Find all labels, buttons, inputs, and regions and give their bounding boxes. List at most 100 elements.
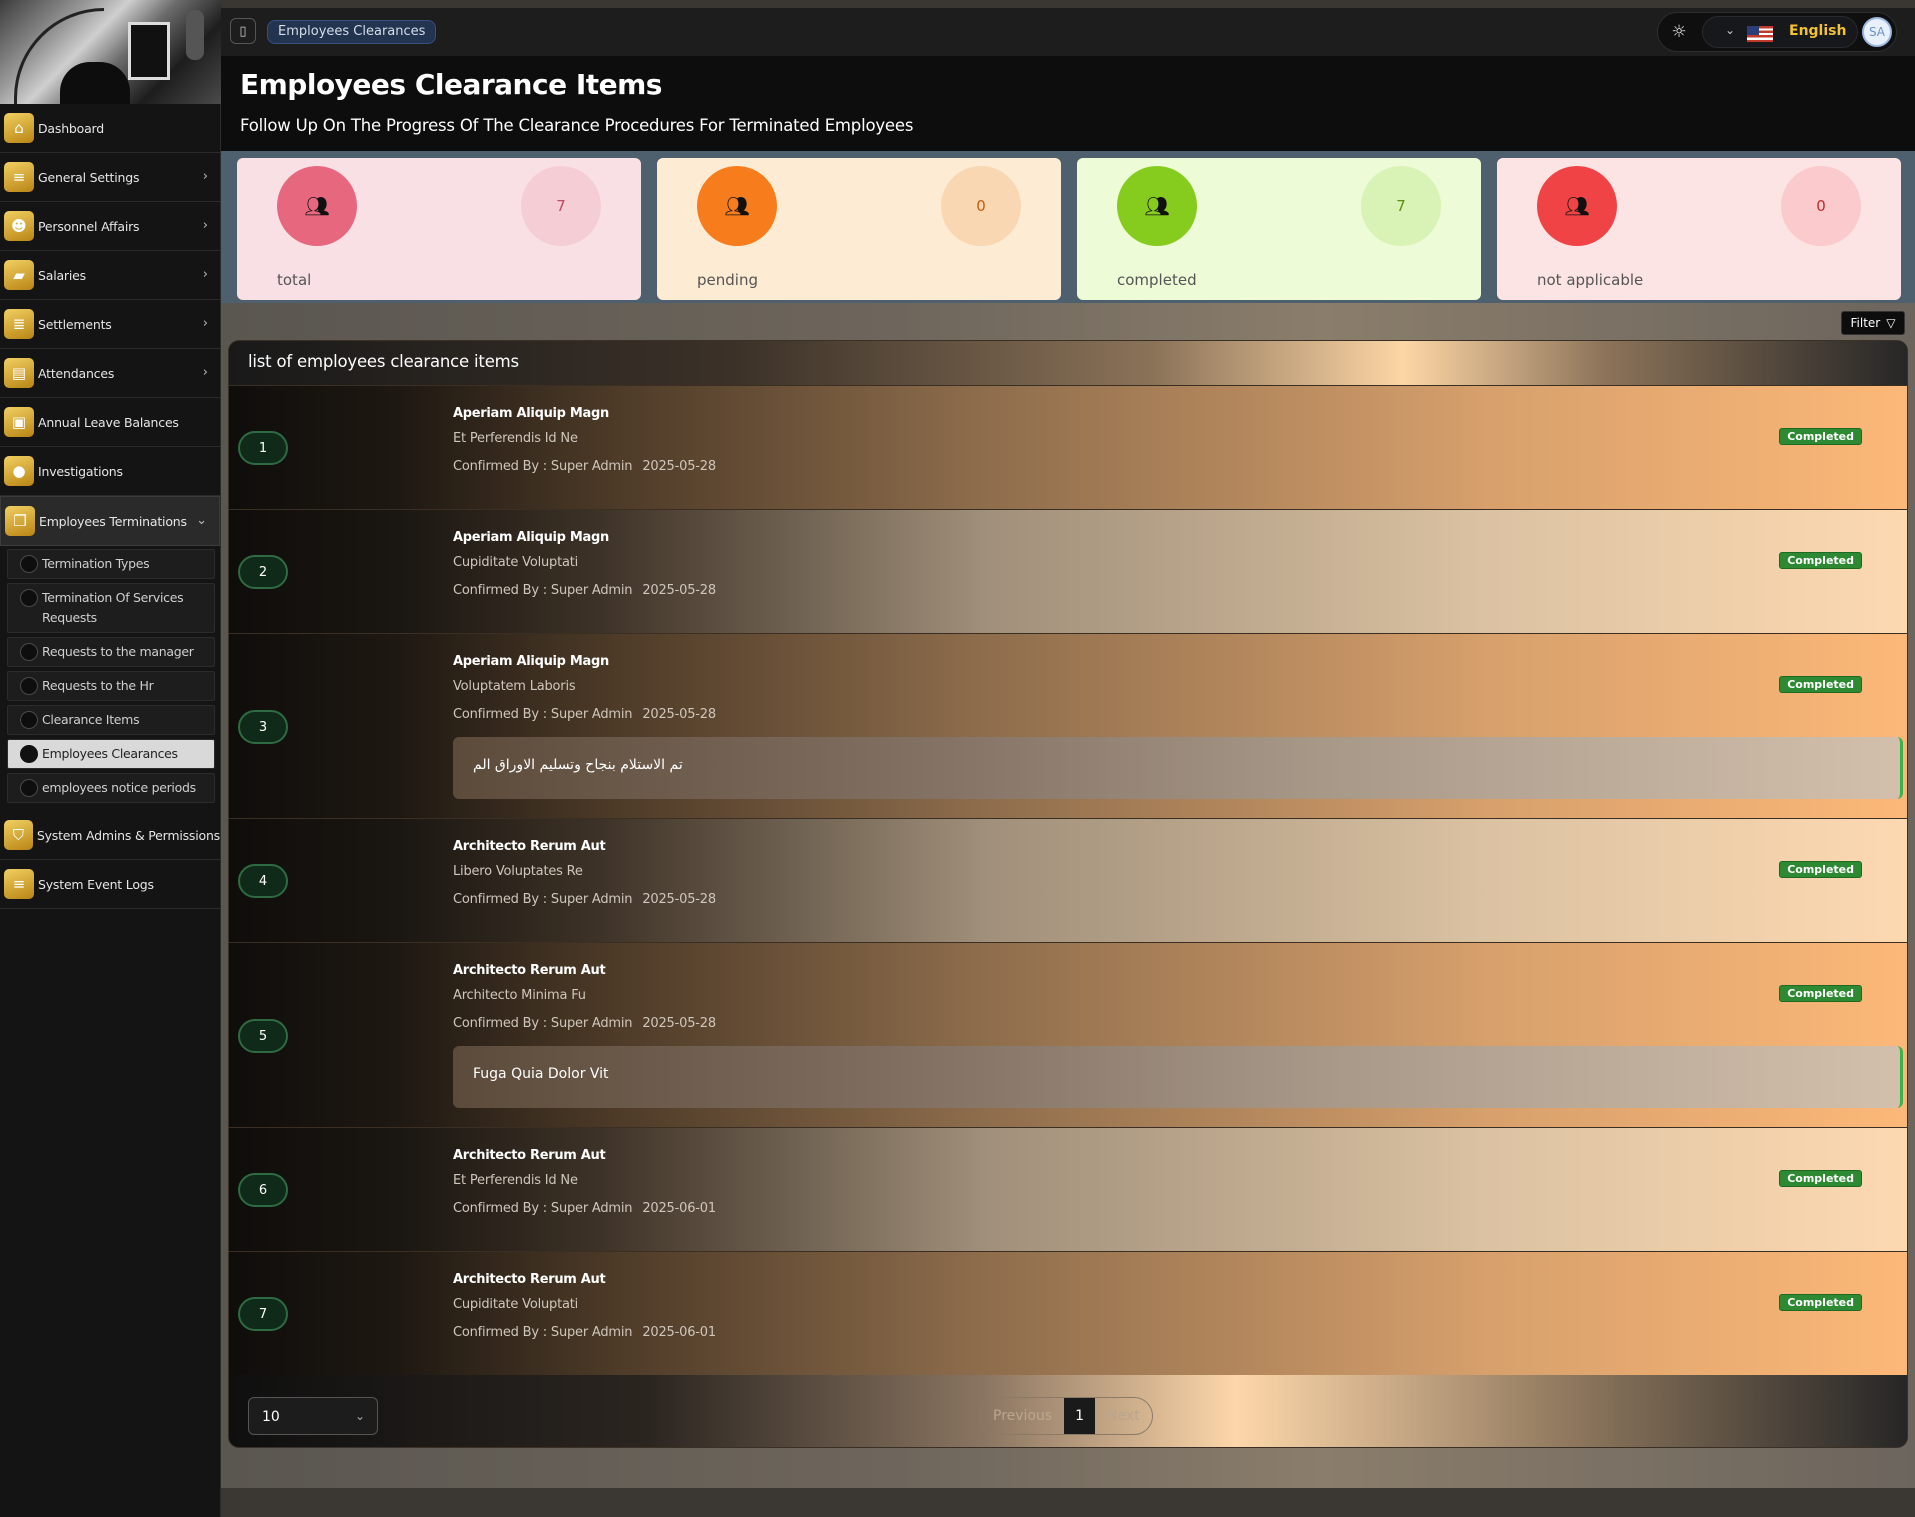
sidebar-item-annual-leave-balances[interactable]: ▣ Annual Leave Balances — [0, 398, 220, 447]
submenu-item-termination-types[interactable]: Termination Types — [7, 549, 215, 579]
shield-icon: ⛉ — [4, 820, 33, 850]
sidebar-item-settlements[interactable]: ≣ Settlements › — [0, 300, 220, 349]
language-selector[interactable]: ⌄ English — [1702, 16, 1858, 48]
sidebar-menu: ⌂ Dashboard ≡ General Settings › ☻ Personnel A… — [0, 104, 220, 909]
top-right-controls: ☼ ⌄ English SA — [1657, 12, 1897, 52]
sidebar-item-label: System Event Logs — [38, 876, 154, 892]
status-badge: Completed — [1779, 1294, 1862, 1311]
chevron-right-icon: › — [202, 316, 208, 331]
bag-icon: ▣ — [4, 407, 34, 437]
sidebar-item-dashboard[interactable]: ⌂ Dashboard — [0, 104, 220, 153]
chevron-down-icon: ⌄ — [354, 1409, 365, 1423]
submenu-item-clearance-items[interactable]: Clearance Items — [7, 705, 215, 735]
confirmed-by-label: Confirmed By : — [453, 1201, 547, 1216]
confirmed-by-name: Super Admin — [550, 1016, 633, 1031]
confirmation-date: 2025-05-28 — [642, 583, 716, 598]
submenu-item-employees-clearances[interactable]: Employees Clearances — [7, 739, 215, 769]
confirmation-date: 2025-05-28 — [642, 892, 716, 907]
sidebar-item-investigations[interactable]: ● Investigations — [0, 447, 220, 496]
list-item[interactable]: 2 Aperiam Aliquip Magn Cupiditate Voluptat… — [229, 509, 1907, 633]
list-item[interactable]: 5 Architecto Rerum Aut Architecto Minima F… — [229, 942, 1907, 1127]
list-item[interactable]: 3 Aperiam Aliquip Magn Voluptatem Laboris C… — [229, 633, 1907, 818]
row-note: تم الاستلام بنجاح وتسليم الاوراق الم — [453, 737, 1903, 799]
circle-icon: ● — [4, 456, 34, 486]
list-title: list of employees clearance items — [248, 352, 519, 371]
sidebar-item-label: Attendances — [38, 365, 115, 381]
confirmed-by-label: Confirmed By : — [453, 1016, 547, 1031]
submenu-item-label: employees notice periods — [42, 780, 196, 795]
list-item[interactable]: 1 Aperiam Aliquip Magn Et Perferendis Id N… — [229, 385, 1907, 509]
previous-page-button[interactable]: Previous — [981, 1398, 1064, 1434]
row-confirmation: Confirmed By : Super Admin 2025-05-28 — [453, 892, 716, 907]
sidebar-item-system-admins-permissions[interactable]: ⛉ System Admins & Permissions — [0, 811, 220, 860]
stat-count: 0 — [1781, 166, 1861, 246]
submenu-item-label: Employees Clearances — [42, 746, 178, 761]
sidebar: ⌂ Dashboard ≡ General Settings › ☻ Personnel A… — [0, 0, 221, 1517]
list-item[interactable]: 7 Architecto Rerum Aut Cupiditate Voluptat… — [229, 1251, 1907, 1375]
confirmed-by-label: Confirmed By : — [453, 892, 547, 907]
chevron-right-icon: › — [202, 169, 208, 184]
submenu-item-termination-of-services-requests[interactable]: Termination Of Services Requests — [7, 583, 215, 633]
sidebar-item-attendances[interactable]: ▤ Attendances › — [0, 349, 220, 398]
page-size-value: 10 — [262, 1409, 280, 1425]
us-flag-icon — [1747, 26, 1773, 42]
theme-toggle-sun-icon[interactable]: ☼ — [1666, 19, 1692, 45]
chevron-right-icon: › — [202, 365, 208, 380]
list-item[interactable]: 6 Architecto Rerum Aut Et Perferendis Id N… — [229, 1127, 1907, 1251]
language-label: English — [1789, 23, 1847, 39]
page-header: Employees Clearance Items Follow Up On T… — [221, 56, 1915, 151]
confirmation-date: 2025-06-01 — [642, 1325, 716, 1340]
confirmed-by-name: Super Admin — [550, 459, 633, 474]
filter-funnel-icon: ▽ — [1886, 316, 1896, 330]
breadcrumb[interactable]: Employees Clearances — [267, 20, 437, 44]
top-bar: ▯ Employees Clearances ☼ ⌄ English SA — [221, 8, 1915, 56]
page-size-select[interactable]: 10 ⌄ — [248, 1397, 378, 1435]
submenu-item-employees-notice-periods[interactable]: employees notice periods — [7, 773, 215, 803]
current-page-button[interactable]: 1 — [1064, 1398, 1096, 1434]
list-icon: ≣ — [4, 309, 34, 339]
row-employee-name: Aperiam Aliquip Magn — [453, 654, 609, 669]
sidebar-item-personnel-affairs[interactable]: ☻ Personnel Affairs › — [0, 202, 220, 251]
sidebar-item-label: Annual Leave Balances — [38, 414, 179, 430]
sidebar-item-general-settings[interactable]: ≡ General Settings › — [0, 153, 220, 202]
row-clearance-item: Voluptatem Laboris — [453, 679, 576, 694]
documents-icon: ❐ — [5, 506, 35, 536]
sidebar-item-salaries[interactable]: ▰ Salaries › — [0, 251, 220, 300]
row-clearance-item: Cupiditate Voluptati — [453, 555, 579, 570]
user-avatar[interactable]: SA — [1862, 17, 1892, 47]
next-page-button[interactable]: Next — [1095, 1398, 1152, 1434]
filter-button[interactable]: Filter ▽ — [1841, 311, 1905, 335]
status-badge: Completed — [1779, 861, 1862, 878]
stat-label: completed — [1117, 271, 1197, 289]
page-title: Employees Clearance Items — [240, 68, 662, 101]
row-employee-name: Architecto Rerum Aut — [453, 963, 606, 978]
submenu-item-label: Termination Of Services Requests — [42, 590, 184, 625]
submenu-item-requests-to-the-manager[interactable]: Requests to the manager — [7, 637, 215, 667]
confirmed-by-label: Confirmed By : — [453, 1325, 547, 1340]
sidebar-item-system-event-logs[interactable]: ≡ System Event Logs — [0, 860, 220, 909]
confirmation-date: 2025-05-28 — [642, 459, 716, 474]
row-note-text: تم الاستلام بنجاح وتسليم الاوراق الم — [473, 757, 683, 773]
users-group-icon: 👥︎ — [1537, 166, 1617, 246]
stat-label: not applicable — [1537, 271, 1644, 289]
list-item[interactable]: 4 Architecto Rerum Aut Libero Voluptates R… — [229, 818, 1907, 942]
status-badge: Completed — [1779, 676, 1862, 693]
confirmed-by-label: Confirmed By : — [453, 583, 547, 598]
sidebar-item-employees-terminations[interactable]: ❐ Employees Terminations ⌄ — [0, 496, 220, 546]
submenu-item-label: Termination Types — [42, 556, 150, 571]
chevron-right-icon: › — [202, 267, 208, 282]
users-group-icon: 👥︎ — [277, 166, 357, 246]
submenu-item-requests-to-the-hr[interactable]: Requests to the Hr — [7, 671, 215, 701]
circle-icon — [20, 677, 38, 695]
sidebar-item-label: System Admins & Permissions — [36, 827, 220, 843]
row-number-badge: 4 — [238, 864, 288, 898]
home-icon: ⌂ — [4, 113, 34, 143]
confirmed-by-name: Super Admin — [550, 1325, 633, 1340]
stat-count: 7 — [1361, 166, 1441, 246]
list-header: list of employees clearance items — [229, 341, 1907, 385]
sidebar-toggle-icon[interactable]: ▯ — [230, 18, 256, 44]
confirmed-by-name: Super Admin — [550, 583, 633, 598]
row-employee-name: Aperiam Aliquip Magn — [453, 406, 609, 421]
list-rows: 1 Aperiam Aliquip Magn Et Perferendis Id N… — [229, 385, 1907, 1375]
stat-card-total: 👥︎ 7 total — [237, 158, 641, 300]
